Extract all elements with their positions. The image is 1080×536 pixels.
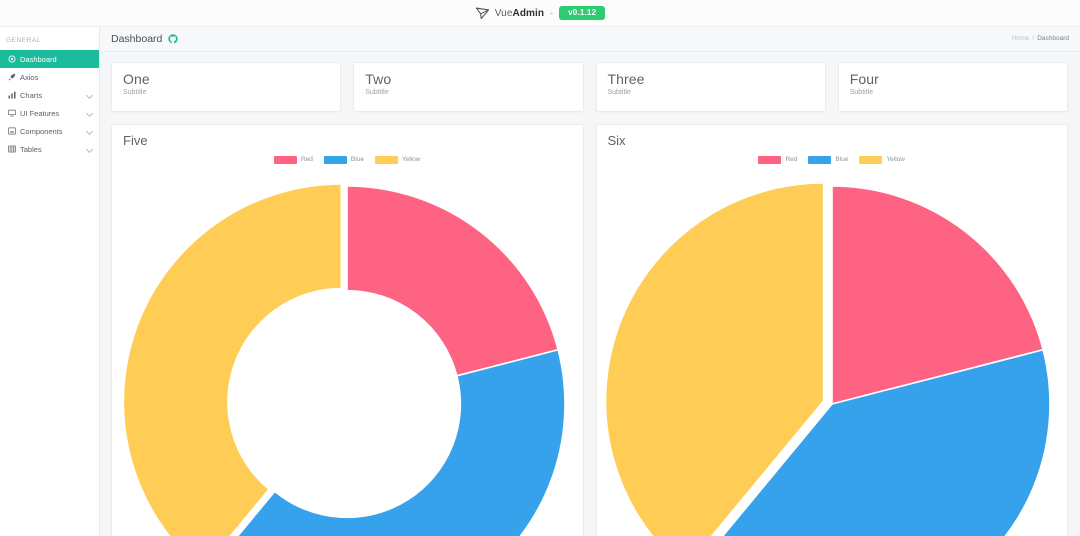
pie-slice-red[interactable] — [346, 184, 560, 377]
brand-text: VueAdmin — [495, 8, 544, 19]
main-area: Dashboard Home / Dashboard One Subtitle … — [100, 27, 1080, 536]
breadcrumb-home[interactable]: Home — [1012, 35, 1029, 42]
legend-swatch-blue — [323, 155, 347, 164]
chart-card-doughnut: Five Red Blue Yellow — [111, 123, 584, 536]
page-header: Dashboard Home / Dashboard — [100, 27, 1080, 52]
legend-label: Yellow — [886, 156, 905, 164]
legend-label: Red — [785, 156, 798, 164]
legend-label: Yellow — [401, 156, 421, 164]
breadcrumb-separator: / — [1032, 35, 1035, 43]
chevron-down-icon[interactable] — [87, 110, 93, 116]
stat-card-subtitle: Subtitle — [123, 88, 147, 96]
stat-card-subtitle: Subtitle — [365, 88, 389, 96]
doughnut-chart-canvas[interactable] — [112, 172, 583, 536]
window-icon — [7, 127, 16, 136]
dashboard-icon — [7, 55, 16, 64]
desktop-icon — [7, 109, 16, 118]
brand-separator: - — [550, 8, 554, 18]
top-bar: VueAdmin - v0.1.12 — [0, 0, 1080, 27]
stat-card[interactable]: Four Subtitle — [837, 61, 1068, 112]
sidebar-section-label: GENERAL — [6, 37, 41, 44]
chart-card-row: Five Red Blue Yellow Six Red Blue Yellow — [111, 123, 1068, 536]
sidebar-item-label: Axios — [20, 72, 39, 82]
sidebar: GENERAL Dashboard Axios Charts UI Featur… — [0, 27, 100, 536]
sidebar-item-label: UI Features — [20, 108, 60, 118]
legend-item[interactable]: Yellow — [859, 155, 905, 164]
brand-prefix: Vue — [494, 7, 513, 19]
stat-card-subtitle: Subtitle — [607, 88, 631, 96]
rocket-icon — [7, 73, 16, 82]
chart-legend: Red Blue Yellow — [608, 155, 1057, 164]
legend-swatch-blue — [808, 155, 832, 164]
legend-swatch-yellow — [374, 155, 398, 164]
sidebar-item-label: Components — [20, 126, 63, 136]
breadcrumb-current: Dashboard — [1037, 35, 1069, 43]
sidebar-item-dashboard[interactable]: Dashboard — [0, 50, 99, 68]
sidebar-item-tables[interactable]: Tables — [0, 140, 99, 158]
stat-card-title: Four — [849, 70, 879, 87]
version-badge[interactable]: v0.1.12 — [559, 6, 606, 20]
sidebar-item-axios[interactable]: Axios — [0, 68, 99, 86]
sidebar-item-label: Charts — [20, 90, 43, 100]
legend-item[interactable]: Blue — [808, 155, 849, 164]
chart-card-title: Five — [123, 132, 148, 148]
legend-item[interactable]: Yellow — [374, 155, 421, 164]
chevron-down-icon[interactable] — [87, 146, 93, 152]
legend-item[interactable]: Red — [758, 155, 798, 164]
sidebar-item-components[interactable]: Components — [0, 122, 99, 140]
stat-card[interactable]: Two Subtitle — [353, 61, 584, 112]
app-shell: GENERAL Dashboard Axios Charts UI Featur… — [0, 27, 1080, 536]
legend-label: Red — [300, 156, 313, 164]
content-area: One Subtitle Two Subtitle Three Subtitle… — [100, 52, 1080, 536]
chart-legend: Red Blue Yellow — [123, 155, 572, 164]
pie-slice-blue[interactable] — [208, 348, 566, 536]
sidebar-item-ui-features[interactable]: UI Features — [0, 104, 99, 122]
stat-card[interactable]: One Subtitle — [111, 61, 342, 112]
breadcrumb: Home / Dashboard — [1012, 35, 1069, 42]
stat-card-subtitle: Subtitle — [849, 88, 874, 96]
legend-label: Blue — [835, 156, 849, 164]
github-icon[interactable] — [168, 34, 179, 44]
bar-chart-icon — [7, 91, 16, 100]
page-title: Dashboard — [111, 32, 163, 45]
legend-item[interactable]: Blue — [323, 155, 364, 164]
pie-chart-svg — [604, 181, 1051, 536]
legend-swatch-red — [273, 155, 297, 164]
sidebar-item-charts[interactable]: Charts — [0, 86, 99, 104]
stat-card-title: Three — [607, 70, 645, 87]
pie-chart-canvas[interactable] — [597, 172, 1068, 536]
chart-card-title: Six — [607, 132, 626, 148]
brand[interactable]: VueAdmin - v0.1.12 — [475, 6, 606, 21]
legend-item[interactable]: Red — [273, 155, 313, 164]
legend-swatch-yellow — [859, 155, 883, 164]
table-icon — [7, 145, 16, 154]
stat-card-title: One — [123, 70, 150, 87]
sidebar-item-label: Tables — [20, 144, 42, 154]
chart-card-pie: Six Red Blue Yellow — [595, 123, 1068, 536]
vue-paper-plane-icon — [475, 6, 490, 21]
pie-slice-yellow[interactable] — [122, 182, 343, 536]
stat-card-title: Two — [365, 70, 392, 87]
legend-label: Blue — [350, 156, 364, 164]
stat-card-row: One Subtitle Two Subtitle Three Subtitle… — [111, 61, 1068, 112]
doughnut-chart-svg — [122, 182, 566, 536]
sidebar-item-label: Dashboard — [20, 54, 57, 64]
legend-swatch-red — [758, 155, 782, 164]
stat-card[interactable]: Three Subtitle — [595, 61, 826, 112]
chevron-down-icon[interactable] — [87, 92, 93, 98]
brand-bold: Admin — [512, 7, 545, 19]
chevron-down-icon[interactable] — [87, 128, 93, 134]
